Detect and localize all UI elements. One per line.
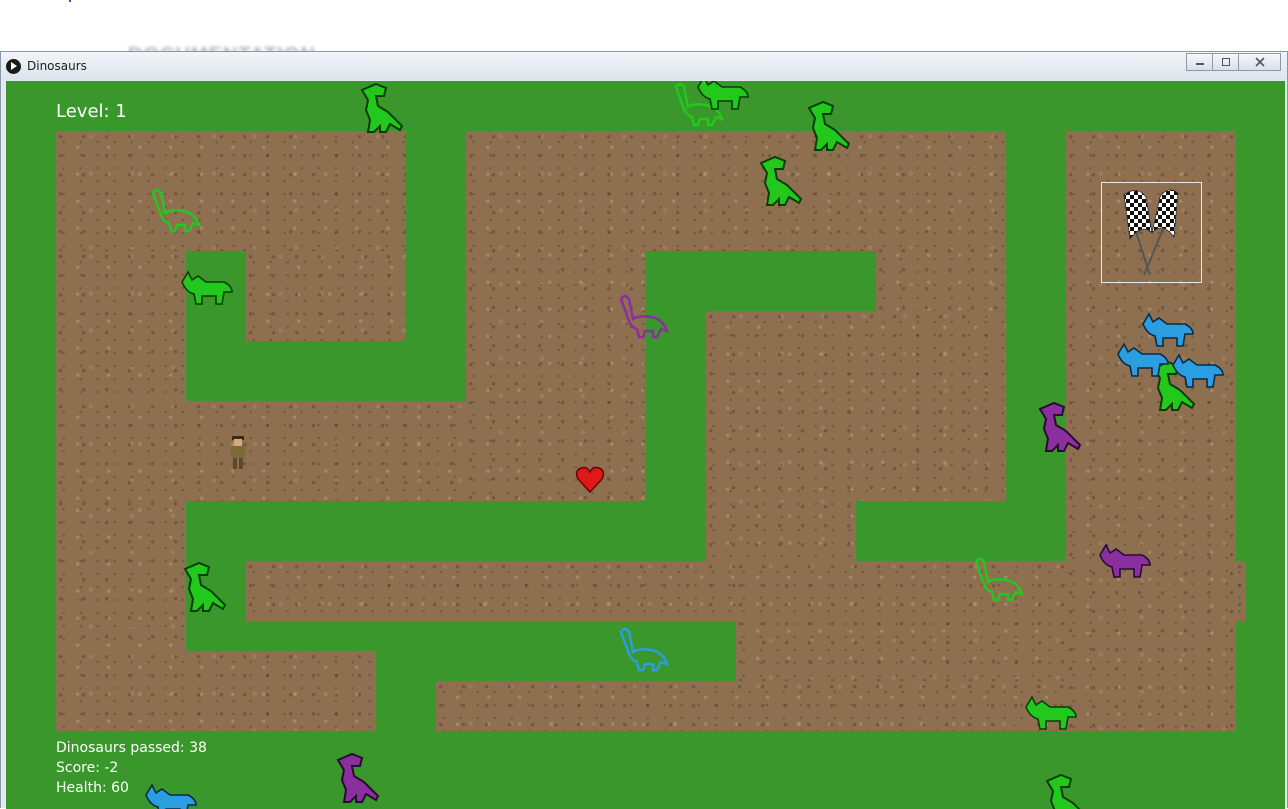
minimize-icon xyxy=(1195,63,1204,65)
app-play-icon xyxy=(6,59,21,74)
green-trex-icon xyxy=(183,561,227,612)
window-controls xyxy=(1186,53,1281,71)
score-label: Score: -2 xyxy=(56,760,119,776)
green-triceratops-icon xyxy=(1025,695,1077,730)
dirt-path xyxy=(56,131,406,251)
purple-triceratops-icon xyxy=(1099,543,1151,578)
purple-trex-icon xyxy=(1038,401,1082,452)
green-trex-icon xyxy=(759,155,803,206)
maximize-icon xyxy=(1221,58,1230,66)
purple-trex-icon xyxy=(336,752,380,803)
level-label: Level: 1 xyxy=(56,101,127,122)
explorer-icon xyxy=(231,436,245,469)
game-window: Dinosaurs Level: 1 Dinosaurs passed: 38 … xyxy=(0,51,1288,809)
close-icon xyxy=(1254,57,1265,67)
purple-brontosaurus-icon xyxy=(619,294,669,339)
green-triceratops-icon xyxy=(181,270,233,305)
blue-triceratops-icon xyxy=(145,783,197,809)
player-explorer xyxy=(228,435,248,475)
green-trex-icon xyxy=(360,82,404,133)
green-brontosaurus-icon xyxy=(974,557,1024,602)
stray-pixel xyxy=(69,0,71,2)
maximize-button[interactable] xyxy=(1212,53,1239,71)
green-triceratops-icon xyxy=(697,81,749,110)
close-button[interactable] xyxy=(1238,53,1281,71)
heart-icon xyxy=(575,466,605,494)
blue-triceratops-icon xyxy=(1172,353,1224,388)
dinosaurs-passed-label: Dinosaurs passed: 38 xyxy=(56,740,207,756)
window-title: Dinosaurs xyxy=(27,59,87,73)
blue-brontosaurus-icon xyxy=(619,627,669,672)
game-canvas[interactable]: Level: 1 Dinosaurs passed: 38 Score: -2 … xyxy=(6,81,1285,809)
title-bar[interactable]: Dinosaurs xyxy=(1,52,1287,80)
dirt-path xyxy=(56,651,376,731)
green-trex-icon xyxy=(1045,773,1081,809)
blue-triceratops-icon xyxy=(1117,342,1169,377)
finish-flags xyxy=(1101,182,1202,283)
minimize-button[interactable] xyxy=(1186,53,1213,71)
green-brontosaurus-icon xyxy=(151,188,201,233)
health-heart xyxy=(575,466,605,498)
green-trex-icon xyxy=(807,100,851,151)
dirt-path xyxy=(246,251,406,341)
dirt-path xyxy=(706,311,856,561)
checkered-flags-icon xyxy=(1123,189,1179,276)
